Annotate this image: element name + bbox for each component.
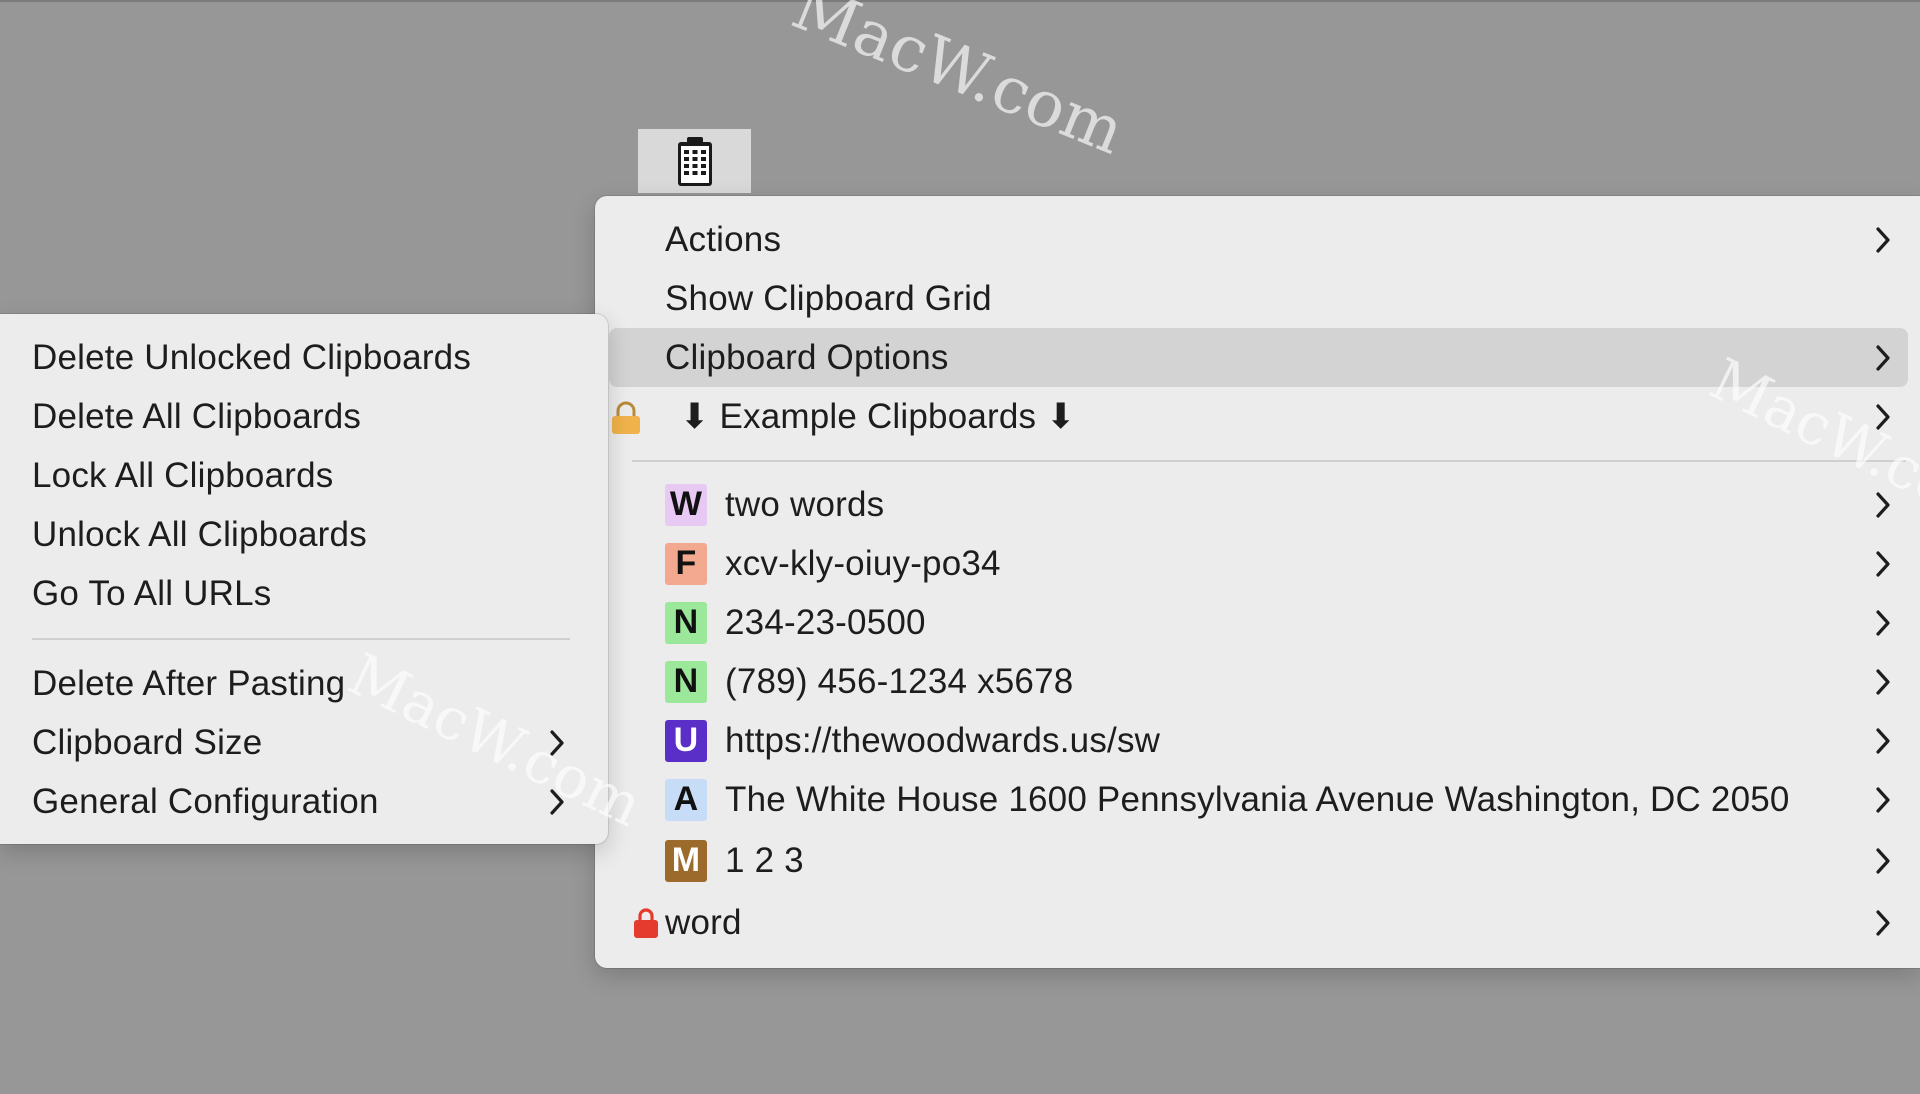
chevron-right-icon	[1872, 846, 1894, 876]
menu-separator	[32, 638, 570, 640]
clipboard-icon	[677, 137, 712, 186]
lock-icon	[609, 401, 643, 435]
chevron-right-icon	[1872, 667, 1894, 697]
menu-item-label: Clipboard Size	[32, 722, 263, 762]
chevron-right-icon	[1872, 549, 1894, 579]
chevron-right-icon	[1872, 402, 1894, 432]
clipboard-label: word	[665, 902, 742, 942]
clipboard-item[interactable]: M 1 2 3	[609, 831, 1908, 890]
chevron-right-icon	[1872, 908, 1894, 938]
lock-icon	[633, 907, 659, 939]
submenu-item-delete-after-pasting[interactable]: Delete After Pasting	[14, 654, 594, 713]
number-badge-icon: N	[665, 660, 707, 703]
chevron-right-icon	[546, 787, 568, 817]
screen-top-edge	[0, 0, 1920, 2]
menu-item-label: Actions	[665, 219, 782, 259]
menu-item-label: Go To All URLs	[32, 573, 272, 613]
clipboard-label: two words	[725, 484, 885, 524]
menu-item-label: Delete After Pasting	[32, 663, 346, 703]
menu-item-actions[interactable]: Actions	[609, 210, 1908, 269]
clipboard-item-locked[interactable]: word	[609, 893, 1908, 952]
chevron-right-icon	[1872, 785, 1894, 815]
menu-item-label: General Configuration	[32, 781, 379, 821]
address-badge-icon: A	[665, 778, 707, 821]
clipboard-label: 234-23-0500	[725, 602, 926, 642]
main-menu: Actions Show Clipboard Grid Clipboard Op…	[595, 196, 1920, 968]
menu-item-example-clipboards[interactable]: ⬇ Example Clipboards ⬇	[609, 387, 1908, 446]
chevron-right-icon	[1872, 225, 1894, 255]
watermark: MacW.com	[782, 0, 1135, 170]
multi-badge-icon: M	[665, 839, 707, 882]
chevron-right-icon	[1872, 726, 1894, 756]
clipboard-item[interactable]: N 234-23-0500	[609, 593, 1908, 652]
submenu-item-unlock-all[interactable]: Unlock All Clipboards	[14, 505, 594, 564]
submenu-item-go-to-urls[interactable]: Go To All URLs	[14, 564, 594, 623]
menu-item-label: Lock All Clipboards	[32, 455, 334, 495]
clipboard-label: xcv-kly-oiuy-po34	[725, 543, 1001, 583]
clipboard-label: The White House 1600 Pennsylvania Avenue…	[725, 779, 1790, 819]
menubar-clipboard-button[interactable]	[638, 129, 751, 193]
submenu-item-lock-all[interactable]: Lock All Clipboards	[14, 446, 594, 505]
chevron-right-icon	[1872, 343, 1894, 373]
file-badge-icon: F	[665, 542, 707, 585]
menu-item-label: ⬇ Example Clipboards ⬇	[680, 396, 1076, 436]
clipboard-item[interactable]: W two words	[609, 475, 1908, 534]
clipboard-options-submenu: Delete Unlocked Clipboards Delete All Cl…	[0, 314, 608, 844]
menu-item-label: Show Clipboard Grid	[665, 278, 992, 318]
chevron-right-icon	[1872, 490, 1894, 520]
clipboard-label: 1 2 3	[725, 840, 804, 880]
clipboard-label: https://thewoodwards.us/sw	[725, 720, 1161, 760]
chevron-right-icon	[1872, 608, 1894, 638]
menu-item-show-clipboard-grid[interactable]: Show Clipboard Grid	[609, 269, 1908, 328]
menu-separator	[632, 460, 1906, 462]
clipboard-item[interactable]: F xcv-kly-oiuy-po34	[609, 534, 1908, 593]
number-badge-icon: N	[665, 601, 707, 644]
submenu-item-delete-all[interactable]: Delete All Clipboards	[14, 387, 594, 446]
submenu-item-clipboard-size[interactable]: Clipboard Size	[14, 713, 594, 772]
clipboard-item[interactable]: U https://thewoodwards.us/sw	[609, 711, 1908, 770]
menu-item-label: Clipboard Options	[665, 337, 949, 377]
word-badge-icon: W	[665, 483, 707, 526]
menu-item-label: Delete All Clipboards	[32, 396, 362, 436]
clipboard-item[interactable]: A The White House 1600 Pennsylvania Aven…	[609, 770, 1908, 829]
submenu-item-general-configuration[interactable]: General Configuration	[14, 772, 594, 831]
menu-item-label: Unlock All Clipboards	[32, 514, 367, 554]
clipboard-label: (789) 456-1234 x5678	[725, 661, 1074, 701]
clipboard-item[interactable]: N (789) 456-1234 x5678	[609, 652, 1908, 711]
url-badge-icon: U	[665, 719, 707, 762]
submenu-item-delete-unlocked[interactable]: Delete Unlocked Clipboards	[14, 328, 594, 387]
menu-item-label: Delete Unlocked Clipboards	[32, 337, 472, 377]
menu-item-clipboard-options[interactable]: Clipboard Options	[609, 328, 1908, 387]
chevron-right-icon	[546, 728, 568, 758]
